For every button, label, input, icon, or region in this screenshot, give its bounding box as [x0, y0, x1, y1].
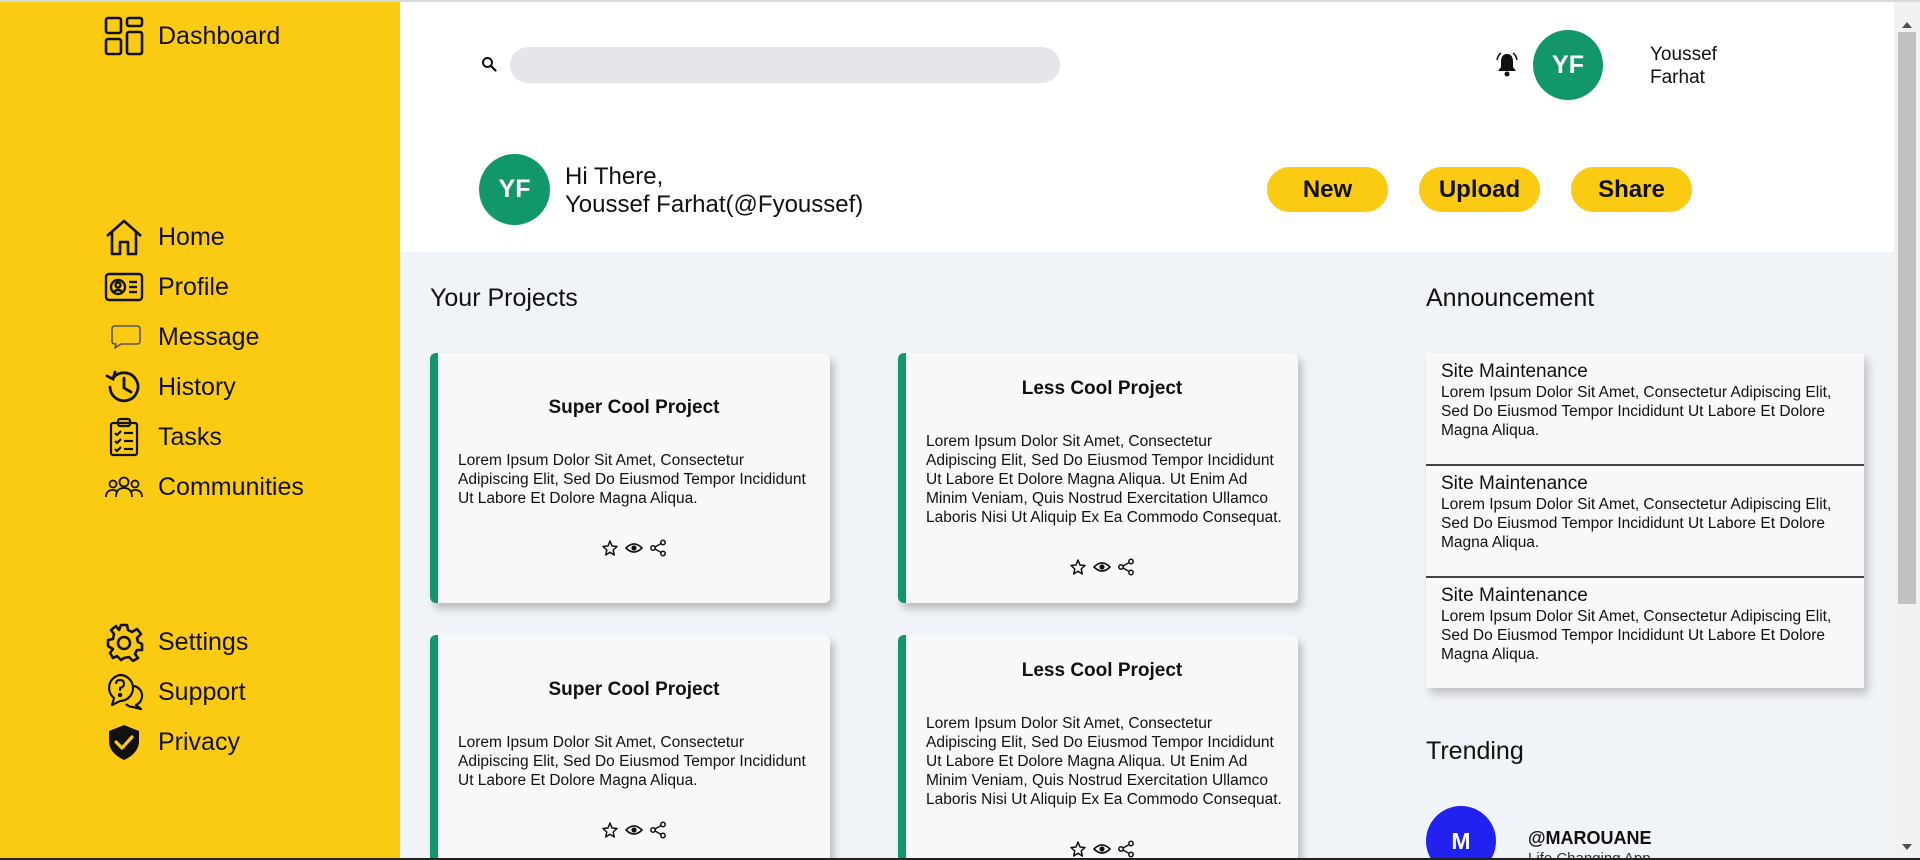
user-last-name: Farhat — [1650, 67, 1705, 88]
sidebar-item-privacy[interactable]: Privacy — [102, 720, 240, 764]
announcement-item-title: Site Maintenance — [1441, 361, 1588, 382]
sidebar-item-history[interactable]: History — [102, 365, 236, 409]
shield-icon — [102, 720, 146, 764]
sidebar-item-settings[interactable]: Settings — [102, 620, 248, 664]
sidebar: Dashboard Home Profile Message History T… — [0, 2, 400, 858]
sidebar-item-communities[interactable]: Communities — [102, 465, 304, 509]
star-icon[interactable] — [601, 821, 619, 839]
announcement-panel: Site Maintenance Lorem Ipsum Dolor Sit A… — [1426, 353, 1864, 688]
project-card-actions — [906, 558, 1298, 576]
star-icon[interactable] — [1069, 558, 1087, 576]
avatar[interactable]: YF — [1533, 30, 1603, 100]
search-icon — [482, 57, 497, 72]
share-button[interactable]: Share — [1571, 167, 1692, 212]
projects-title: Your Projects — [430, 284, 578, 312]
search-input[interactable] — [510, 47, 1060, 83]
greeting-text: Hi There, — [565, 163, 664, 190]
project-card-text: Lorem Ipsum Dolor Sit Amet, Consectetur … — [458, 452, 806, 507]
announcement-item[interactable]: Site Maintenance Lorem Ipsum Dolor Sit A… — [1426, 577, 1864, 689]
sidebar-item-label: Home — [158, 222, 225, 251]
home-icon — [102, 215, 146, 259]
announcement-item[interactable]: Site Maintenance Lorem Ipsum Dolor Sit A… — [1426, 465, 1864, 577]
user-first-name: Youssef — [1650, 44, 1717, 65]
sidebar-item-label: Message — [158, 322, 260, 351]
sidebar-item-message[interactable]: Message — [102, 315, 259, 359]
project-card-actions — [438, 539, 830, 557]
announcement-item[interactable]: Site Maintenance Lorem Ipsum Dolor Sit A… — [1426, 353, 1864, 465]
scrollbar[interactable] — [1894, 2, 1920, 858]
trending-title: Trending — [1426, 737, 1524, 765]
support-icon — [102, 670, 146, 714]
eye-icon[interactable] — [625, 821, 643, 839]
project-card[interactable]: Less Cool Project Lorem Ipsum Dolor Sit … — [898, 353, 1298, 603]
sidebar-item-label: Support — [158, 677, 246, 706]
upload-button[interactable]: Upload — [1419, 167, 1540, 212]
new-button[interactable]: New — [1267, 167, 1388, 212]
sidebar-item-profile[interactable]: Profile — [102, 265, 229, 309]
eye-icon[interactable] — [1093, 840, 1111, 858]
share-icon[interactable] — [649, 821, 667, 839]
project-card-title: Less Cool Project — [1021, 378, 1183, 399]
dashboard-icon — [102, 14, 146, 58]
bell-icon[interactable] — [1495, 51, 1519, 77]
sidebar-item-support[interactable]: Support — [102, 670, 246, 714]
scrollbar-thumb[interactable] — [1898, 32, 1916, 604]
star-icon[interactable] — [601, 539, 619, 557]
sidebar-item-tasks[interactable]: Tasks — [102, 415, 222, 459]
gear-icon — [102, 620, 146, 664]
share-icon[interactable] — [1117, 840, 1135, 858]
project-card[interactable]: Super Cool Project Lorem Ipsum Dolor Sit… — [430, 635, 830, 858]
share-icon[interactable] — [1117, 558, 1135, 576]
profile-card-icon — [102, 265, 146, 309]
announcement-item-title: Site Maintenance — [1441, 585, 1588, 606]
project-card-title: Super Cool Project — [548, 397, 720, 418]
scroll-up-arrow-icon[interactable] — [1902, 22, 1912, 28]
message-icon — [102, 315, 146, 359]
main-content: Your Projects Super Cool Project Lorem I… — [400, 252, 1894, 858]
user-name: Youssef Farhat — [1650, 43, 1760, 89]
sidebar-item-label: Dashboard — [158, 21, 281, 50]
announcement-item-title: Site Maintenance — [1441, 473, 1588, 494]
communities-icon — [102, 465, 146, 509]
project-card-actions — [438, 821, 830, 839]
announcement-item-text: Lorem Ipsum Dolor Sit Amet, Consectetur … — [1441, 608, 1832, 663]
scroll-down-arrow-icon[interactable] — [1902, 844, 1912, 850]
star-icon[interactable] — [1069, 840, 1087, 858]
announcement-item-text: Lorem Ipsum Dolor Sit Amet, Consectetur … — [1441, 496, 1832, 551]
history-icon — [102, 365, 146, 409]
trending-avatar[interactable]: M — [1426, 806, 1496, 858]
tasks-icon — [102, 415, 146, 459]
share-icon[interactable] — [649, 539, 667, 557]
sidebar-item-label: Privacy — [158, 727, 240, 756]
sidebar-item-label: Profile — [158, 272, 229, 301]
project-card-text: Lorem Ipsum Dolor Sit Amet, Consectetur … — [926, 715, 1282, 808]
announcement-item-text: Lorem Ipsum Dolor Sit Amet, Consectetur … — [1441, 384, 1832, 439]
eye-icon[interactable] — [1093, 558, 1111, 576]
project-card[interactable]: Less Cool Project Lorem Ipsum Dolor Sit … — [898, 635, 1298, 858]
greeting-username: Youssef Farhat(@Fyoussef) — [565, 191, 864, 218]
project-card[interactable]: Super Cool Project Lorem Ipsum Dolor Sit… — [430, 353, 830, 603]
sidebar-item-dashboard[interactable]: Dashboard — [102, 14, 280, 58]
project-card-text: Lorem Ipsum Dolor Sit Amet, Consectetur … — [458, 734, 806, 789]
trending-handle[interactable]: @MAROUANE — [1528, 828, 1652, 849]
sidebar-item-label: History — [158, 372, 236, 401]
sidebar-item-label: Tasks — [158, 422, 222, 451]
project-card-title: Super Cool Project — [548, 679, 720, 700]
sidebar-item-home[interactable]: Home — [102, 215, 225, 259]
sidebar-item-label: Communities — [158, 472, 304, 501]
announcement-title: Announcement — [1426, 284, 1595, 312]
project-card-actions — [906, 840, 1298, 858]
project-card-title: Less Cool Project — [1021, 660, 1183, 681]
eye-icon[interactable] — [625, 539, 643, 557]
sidebar-item-label: Settings — [158, 627, 249, 656]
trending-subtitle: Life Changing App — [1528, 850, 1651, 858]
project-card-text: Lorem Ipsum Dolor Sit Amet, Consectetur … — [926, 433, 1282, 526]
greeting-avatar: YF — [479, 154, 550, 225]
